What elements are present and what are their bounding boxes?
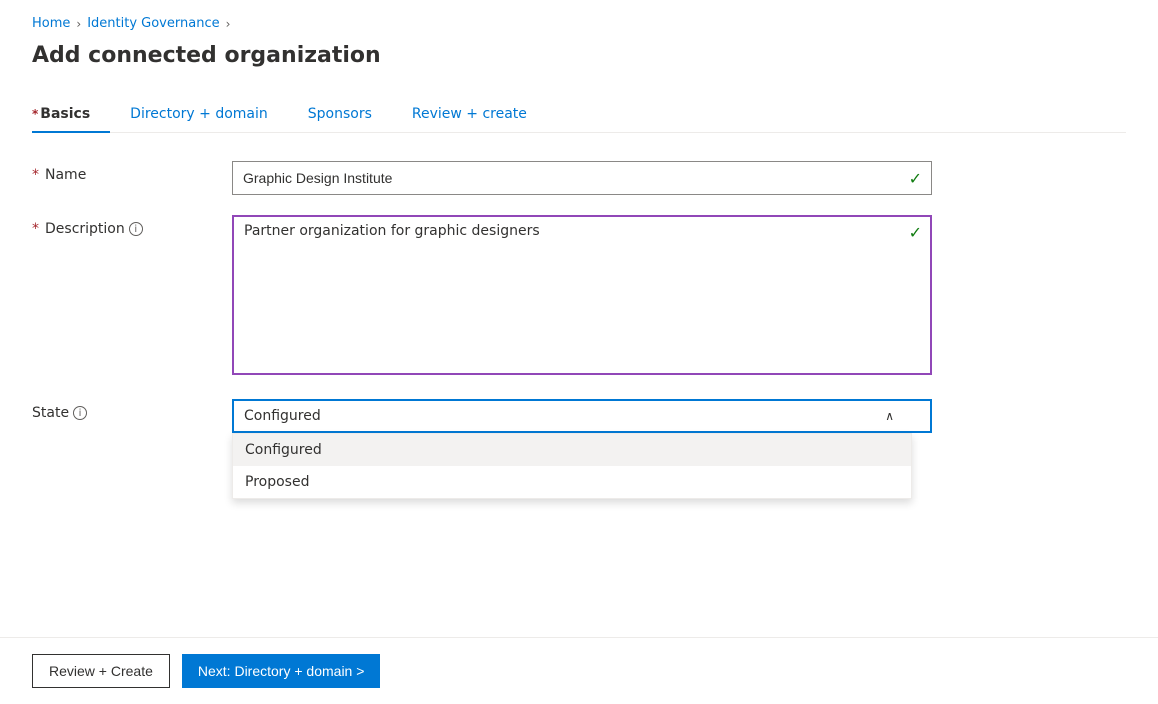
tab-directory-domain[interactable]: Directory + domain	[130, 96, 288, 132]
tab-review-create[interactable]: Review + create	[412, 96, 547, 132]
description-input[interactable]: Partner organization for graphic designe…	[232, 215, 932, 375]
next-button[interactable]: Next: Directory + domain >	[182, 654, 381, 688]
desc-required-star: *	[32, 221, 39, 237]
description-row: * Description i Partner organization for…	[32, 215, 932, 379]
state-label: State i	[32, 399, 232, 421]
state-dropdown: Configured Proposed	[232, 433, 912, 499]
breadcrumb-identity-governance[interactable]: Identity Governance	[87, 16, 219, 31]
name-field-wrapper: ✓	[232, 161, 932, 195]
name-label: * Name	[32, 161, 232, 183]
tab-bar: *Basics Directory + domain Sponsors Revi…	[32, 96, 1126, 133]
state-row: State i Configured ∧ Configured Proposed	[32, 399, 932, 433]
basics-required-star: *	[32, 107, 38, 121]
state-chevron-icon: ∧	[885, 409, 894, 423]
state-option-proposed[interactable]: Proposed	[233, 466, 911, 498]
page-title: Add connected organization	[32, 43, 1126, 68]
breadcrumb-sep-2: ›	[226, 17, 231, 31]
description-field-wrapper: Partner organization for graphic designe…	[232, 215, 932, 379]
state-select-wrapper: Configured ∧ Configured Proposed	[232, 399, 932, 433]
state-field-wrapper: Configured ∧ Configured Proposed	[232, 399, 932, 433]
description-check-icon: ✓	[909, 223, 922, 242]
form-section: * Name ✓ * Description i Partner organiz…	[32, 161, 932, 433]
state-info-icon[interactable]: i	[73, 406, 87, 420]
breadcrumb: Home › Identity Governance ›	[32, 16, 1126, 31]
name-required-star: *	[32, 167, 39, 183]
breadcrumb-home[interactable]: Home	[32, 16, 70, 31]
state-selected-value: Configured	[244, 408, 321, 424]
main-content: Home › Identity Governance › Add connect…	[0, 0, 1158, 637]
footer: Review + Create Next: Directory + domain…	[0, 637, 1158, 704]
name-check-icon: ✓	[909, 169, 922, 188]
tab-sponsors[interactable]: Sponsors	[308, 96, 392, 132]
description-label: * Description i	[32, 215, 232, 237]
state-option-configured[interactable]: Configured	[233, 434, 911, 466]
name-row: * Name ✓	[32, 161, 932, 195]
review-create-button[interactable]: Review + Create	[32, 654, 170, 688]
state-select[interactable]: Configured ∧	[232, 399, 932, 433]
description-info-icon[interactable]: i	[129, 222, 143, 236]
breadcrumb-sep-1: ›	[76, 17, 81, 31]
name-input[interactable]	[232, 161, 932, 195]
tab-basics[interactable]: *Basics	[32, 96, 110, 132]
